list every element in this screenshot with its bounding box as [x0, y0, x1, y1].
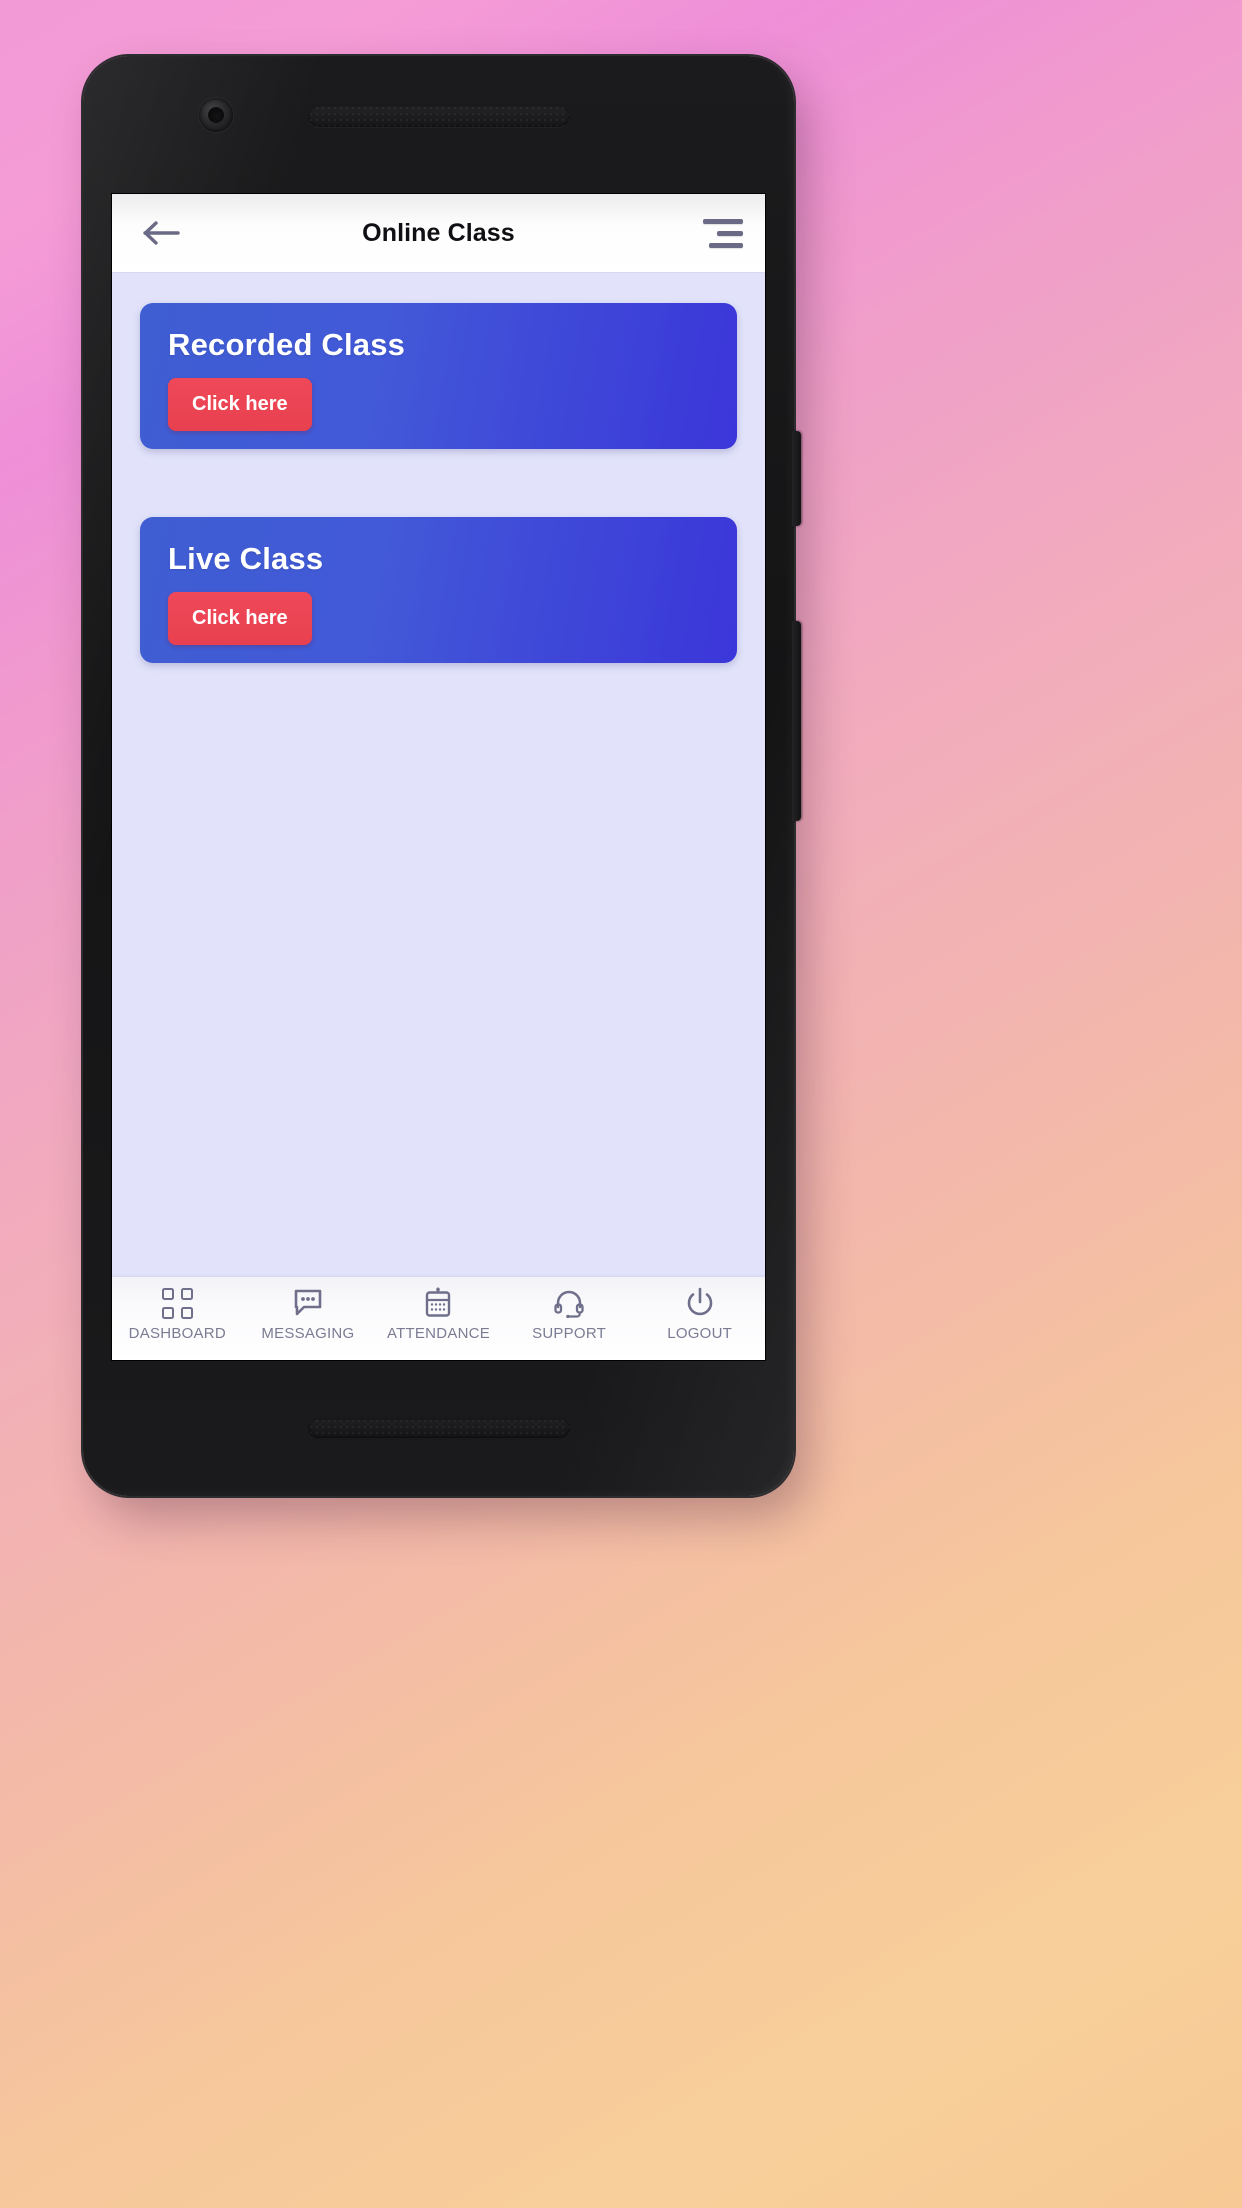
hamburger-bar-top	[703, 218, 743, 224]
volume-side-button[interactable]	[792, 621, 801, 821]
back-button[interactable]	[134, 205, 190, 261]
earpiece-speaker-grille	[308, 105, 570, 127]
calendar-device-icon	[421, 1287, 455, 1319]
power-side-button[interactable]	[792, 431, 801, 526]
hamburger-bar-bottom	[709, 242, 743, 248]
nav-item-logout[interactable]: LOGOUT	[634, 1287, 765, 1342]
recorded-class-card[interactable]: Recorded Class Click here	[140, 303, 737, 449]
live-class-title: Live Class	[168, 541, 324, 576]
nav-item-support[interactable]: SUPPORT	[504, 1287, 635, 1342]
grid-cell	[161, 1306, 174, 1319]
nav-label-messaging: MESSAGING	[261, 1325, 355, 1342]
page-title: Online Class	[362, 218, 515, 247]
nav-label-support: SUPPORT	[532, 1325, 607, 1342]
recorded-class-click-here-button[interactable]: Click here	[168, 378, 312, 431]
headset-icon	[552, 1287, 586, 1319]
grid-cell	[180, 1306, 193, 1319]
app-bar: Online Class	[112, 194, 765, 272]
grid-icon	[160, 1287, 194, 1319]
nav-item-messaging[interactable]: MESSAGING	[243, 1287, 374, 1342]
nav-label-logout: LOGOUT	[667, 1325, 733, 1342]
nav-label-dashboard: DASHBOARD	[128, 1325, 226, 1342]
nav-item-dashboard[interactable]: DASHBOARD	[112, 1287, 243, 1342]
arrow-left-icon	[143, 221, 180, 245]
nav-item-attendance[interactable]: ATTENDANCE	[373, 1287, 504, 1342]
phone-device-frame: Online Class Recorded Class Click here L…	[83, 56, 801, 1496]
bottom-speaker-grille	[308, 1418, 570, 1438]
content-area: Recorded Class Click here Live Class Cli…	[112, 272, 765, 1277]
hamburger-bar-middle	[717, 230, 743, 236]
front-camera	[199, 98, 233, 132]
hamburger-menu-icon[interactable]	[687, 205, 743, 261]
phone-screen: Online Class Recorded Class Click here L…	[112, 194, 765, 1360]
recorded-class-title: Recorded Class	[168, 327, 406, 362]
grid-cell	[180, 1287, 193, 1300]
chat-bubble-icon	[291, 1287, 325, 1319]
power-icon	[683, 1287, 717, 1319]
bottom-navigation-bar: DASHBOARD MESSAGING ATTENDANCE SUPPORT L…	[112, 1277, 765, 1360]
live-class-click-here-button[interactable]: Click here	[168, 592, 312, 645]
grid-cell	[161, 1287, 174, 1300]
nav-label-attendance: ATTENDANCE	[386, 1325, 491, 1342]
live-class-card[interactable]: Live Class Click here	[140, 517, 737, 663]
